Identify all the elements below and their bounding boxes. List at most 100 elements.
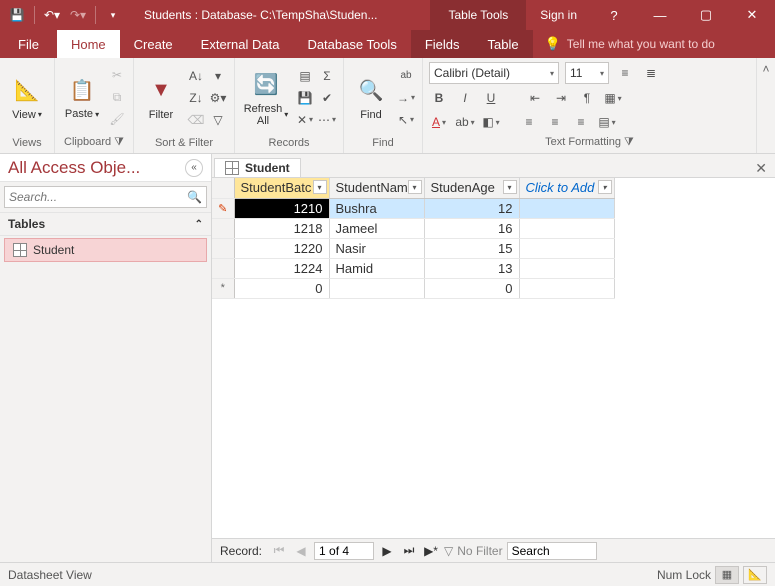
datasheet-view-button[interactable]: ▦ [715, 566, 739, 584]
navigation-search[interactable]: Search... 🔍 [4, 186, 207, 208]
undo-icon[interactable]: ↶▾ [41, 4, 63, 26]
find-button[interactable]: 🔍 Find [350, 75, 392, 121]
cell[interactable] [519, 218, 614, 238]
table-row[interactable]: 1220 Nasir 15 [212, 238, 614, 258]
cell[interactable] [519, 198, 614, 218]
nav-item-student[interactable]: Student [4, 238, 207, 262]
tell-me-search[interactable]: 💡 Tell me what you want to do [533, 30, 727, 58]
sign-in-link[interactable]: Sign in [526, 8, 591, 22]
replace-button[interactable]: ab [396, 66, 416, 86]
cell[interactable]: 1220 [234, 238, 329, 258]
numbering-button[interactable]: ≣ [641, 63, 661, 83]
sort-asc-button[interactable]: A↓ [186, 66, 206, 86]
spelling-button[interactable]: ✔ [317, 88, 337, 108]
column-dropdown-icon[interactable]: ▾ [408, 180, 422, 194]
first-record-button[interactable]: ⏮ [270, 542, 288, 560]
cell[interactable]: Bushra [329, 198, 424, 218]
filter-indicator[interactable]: ▽ No Filter [444, 544, 503, 558]
tab-create[interactable]: Create [120, 30, 187, 58]
minimize-button[interactable]: — [637, 0, 683, 30]
nav-section-tables[interactable]: Tables ⌃ [0, 212, 211, 236]
select-all-cell[interactable] [212, 178, 234, 198]
redo-icon[interactable]: ↷▾ [67, 4, 89, 26]
save-record-button[interactable]: 💾 [295, 88, 315, 108]
close-button[interactable]: ✕ [729, 0, 775, 30]
font-color-button[interactable]: A [429, 112, 449, 132]
column-dropdown-icon[interactable]: ▾ [313, 180, 327, 194]
help-button[interactable]: ? [591, 0, 637, 30]
filter-button[interactable]: ▼ Filter [140, 75, 182, 121]
cell[interactable]: 15 [424, 238, 519, 258]
increase-indent-button[interactable]: ⇥ [551, 88, 571, 108]
row-selector[interactable] [212, 258, 234, 278]
column-header-studentbatch[interactable]: StudentBatc ▾ [234, 178, 329, 198]
cell[interactable] [519, 238, 614, 258]
text-direction-button[interactable]: ¶ [577, 88, 597, 108]
row-selector[interactable] [212, 218, 234, 238]
tab-external-data[interactable]: External Data [187, 30, 294, 58]
cell[interactable] [329, 278, 424, 298]
collapse-navpane-icon[interactable]: « [185, 159, 203, 177]
highlight-button[interactable]: ab [455, 112, 475, 132]
cell[interactable]: 0 [424, 278, 519, 298]
align-right-button[interactable]: ≡ [571, 112, 591, 132]
more-records-button[interactable]: ⋯ [317, 110, 337, 130]
table-row-new[interactable]: * 0 0 [212, 278, 614, 298]
restore-button[interactable]: ▢ [683, 0, 729, 30]
tab-home[interactable]: Home [57, 30, 120, 58]
prev-record-button[interactable]: ◀ [292, 542, 310, 560]
remove-sort-button[interactable]: ⌫ [186, 110, 206, 130]
toggle-filter-button[interactable]: ▽ [208, 110, 228, 130]
fill-color-button[interactable]: ◧ [481, 112, 501, 132]
align-center-button[interactable]: ≡ [545, 112, 565, 132]
row-selector[interactable]: * [212, 278, 234, 298]
cell[interactable]: 1218 [234, 218, 329, 238]
record-search-input[interactable] [507, 542, 597, 560]
cell[interactable]: Jameel [329, 218, 424, 238]
bold-button[interactable]: B [429, 88, 449, 108]
close-document-button[interactable]: ✕ [755, 160, 775, 177]
select-button[interactable]: ↖ [396, 110, 416, 130]
delete-record-button[interactable]: ✕ [295, 110, 315, 130]
table-row[interactable]: 1218 Jameel 16 [212, 218, 614, 238]
document-tab-student[interactable]: Student [214, 158, 301, 177]
column-header-studentage[interactable]: StudenAge ▾ [424, 178, 519, 198]
cell[interactable] [519, 258, 614, 278]
navigation-pane-header[interactable]: All Access Obje... « [0, 154, 211, 182]
customize-qat-icon[interactable]: ▾ [102, 4, 124, 26]
align-left-button[interactable]: ≡ [519, 112, 539, 132]
format-painter-button[interactable]: 🖌 [107, 109, 127, 129]
column-header-studentname[interactable]: StudentNam ▾ [329, 178, 424, 198]
column-dropdown-icon[interactable]: ▾ [598, 180, 612, 194]
copy-button[interactable]: ⧉ [107, 87, 127, 107]
decrease-indent-button[interactable]: ⇤ [525, 88, 545, 108]
totals-button[interactable]: Σ [317, 66, 337, 86]
row-selector[interactable]: ✎ [212, 198, 234, 218]
new-record-nav-button[interactable]: ▶* [422, 542, 440, 560]
next-record-button[interactable]: ▶ [378, 542, 396, 560]
alternate-row-color-button[interactable]: ▤ [597, 112, 617, 132]
table-row[interactable]: 1224 Hamid 13 [212, 258, 614, 278]
bullets-button[interactable]: ≡ [615, 63, 635, 83]
datasheet[interactable]: StudentBatc ▾ StudentNam ▾ StudenAge ▾ C… [212, 178, 775, 538]
column-dropdown-icon[interactable]: ▾ [503, 180, 517, 194]
paste-button[interactable]: 📋 Paste▾ [61, 74, 103, 120]
collapse-ribbon-button[interactable]: ˄ [757, 58, 775, 153]
cell[interactable]: 0 [234, 278, 329, 298]
cell[interactable]: 1210 [234, 198, 329, 218]
new-record-button[interactable]: ▤ [295, 66, 315, 86]
last-record-button[interactable]: ⏭ [400, 542, 418, 560]
cell[interactable]: 16 [424, 218, 519, 238]
save-icon[interactable]: 💾 [6, 4, 28, 26]
refresh-all-button[interactable]: 🔄 Refresh All▾ [241, 69, 291, 127]
tab-file[interactable]: File [0, 30, 57, 58]
column-header-add[interactable]: Click to Add ▾ [519, 178, 614, 198]
cell[interactable]: 13 [424, 258, 519, 278]
tab-table[interactable]: Table [474, 30, 533, 58]
cell[interactable]: 1224 [234, 258, 329, 278]
tab-fields[interactable]: Fields [411, 30, 474, 58]
row-selector[interactable] [212, 238, 234, 258]
cut-button[interactable]: ✂ [107, 65, 127, 85]
font-name-combo[interactable]: Calibri (Detail)▾ [429, 62, 559, 84]
sort-desc-button[interactable]: Z↓ [186, 88, 206, 108]
